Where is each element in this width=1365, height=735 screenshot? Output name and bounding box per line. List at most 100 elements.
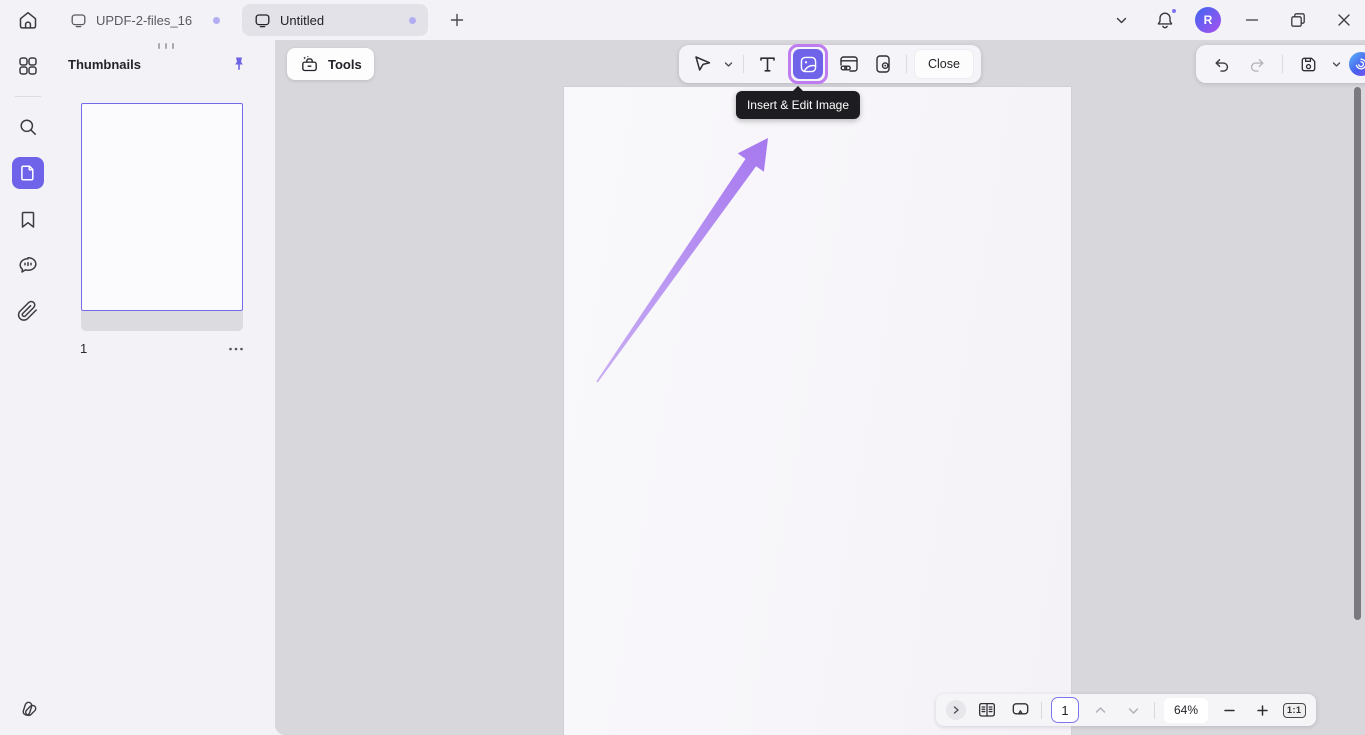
tools-button[interactable]: Tools: [287, 48, 374, 80]
document-tab-icon: [70, 12, 87, 29]
text-tool-button[interactable]: [752, 48, 782, 80]
search-icon: [16, 115, 40, 139]
image-tool-button[interactable]: [793, 49, 823, 79]
vertical-scrollbar[interactable]: [1354, 87, 1361, 620]
updf-window: UPDF-2-files_16 Untitled: [0, 0, 1365, 735]
previous-page-button[interactable]: [1088, 697, 1112, 723]
restore-icon: [1288, 10, 1308, 30]
zoom-in-button[interactable]: [1250, 697, 1274, 723]
toolbox-icon: [299, 54, 320, 75]
tools-label: Tools: [328, 57, 362, 72]
save-dropdown[interactable]: [1329, 48, 1343, 80]
paperclip-icon: [16, 299, 40, 323]
toolbar-divider: [1282, 55, 1283, 73]
page-number-label: 1: [80, 341, 87, 356]
chevron-down-icon: [1331, 59, 1342, 70]
arrow-annotation[interactable]: [564, 87, 1071, 735]
sidebar-item-bookmarks[interactable]: [12, 203, 44, 235]
expand-statusbar-button[interactable]: [946, 700, 966, 720]
pin-panel-button[interactable]: [229, 54, 249, 74]
tab-updf-2-files[interactable]: UPDF-2-files_16: [58, 4, 232, 36]
tooltip: Insert & Edit Image: [736, 91, 860, 119]
theme-icon: [16, 697, 40, 721]
new-tab-button[interactable]: [446, 9, 468, 31]
tab-label: UPDF-2-files_16: [96, 13, 192, 28]
theme-switch-button[interactable]: [12, 693, 44, 725]
two-page-view-icon: [976, 699, 998, 721]
sidebar-item-attachments[interactable]: [12, 295, 44, 327]
pdf-page[interactable]: [564, 87, 1071, 735]
close-edit-mode-button[interactable]: Close: [915, 50, 973, 78]
toolbar-divider: [743, 55, 744, 73]
close-window-button[interactable]: [1329, 5, 1359, 35]
select-tool-dropdown[interactable]: [721, 48, 735, 80]
page-number-input[interactable]: [1051, 697, 1079, 723]
text-tool-icon: [755, 52, 780, 77]
status-bar: 64% 1:1: [936, 694, 1316, 726]
location-stamp-tool-button[interactable]: [868, 48, 898, 80]
sidebar-item-comments[interactable]: [12, 249, 44, 281]
panel-header: Thumbnails: [56, 54, 275, 74]
home-icon: [16, 8, 40, 32]
sidebar-item-thumbnails[interactable]: [12, 157, 44, 189]
comment-mode-button[interactable]: [1008, 697, 1032, 723]
unsaved-dot: [409, 17, 416, 24]
avatar-initial: R: [1204, 13, 1213, 27]
thumbnail-selection-strip: [81, 311, 243, 331]
home-button[interactable]: [12, 5, 44, 35]
thumbnails-panel: Thumbnails 1: [56, 40, 275, 735]
plus-icon: [1255, 703, 1270, 718]
panel-resize-handle[interactable]: [158, 43, 174, 49]
zoom-out-button[interactable]: [1217, 697, 1241, 723]
actual-size-button[interactable]: 1:1: [1283, 703, 1306, 718]
apps-grid-icon: [16, 54, 40, 78]
titlebar-right: R: [1107, 5, 1365, 35]
document-canvas: Tools: [275, 40, 1365, 735]
page-thumbnail-1[interactable]: [81, 103, 243, 311]
avatar[interactable]: R: [1195, 7, 1221, 33]
statusbar-divider: [1041, 702, 1042, 719]
history-toolbar: [1196, 45, 1365, 83]
statusbar-divider: [1154, 702, 1155, 719]
comment-cursor-icon: [1009, 699, 1032, 722]
minimize-button[interactable]: [1237, 5, 1267, 35]
cursor-icon: [690, 52, 714, 76]
comment-icon: [16, 253, 40, 277]
save-icon: [1298, 54, 1319, 75]
link-tool-button[interactable]: [834, 48, 864, 80]
page-thumbnails-icon: [18, 163, 38, 183]
minimize-icon: [1242, 10, 1262, 30]
more-dots-icon: [228, 346, 244, 352]
page-view-mode-button[interactable]: [975, 697, 999, 723]
panel-title: Thumbnails: [68, 57, 141, 72]
page-more-button[interactable]: [226, 342, 246, 356]
sidebar-item-search[interactable]: [12, 111, 44, 143]
redo-icon: [1247, 54, 1268, 75]
active-tool-highlight: [788, 44, 828, 84]
plus-icon: [448, 11, 466, 29]
undo-icon: [1211, 54, 1232, 75]
notifications-button[interactable]: [1151, 6, 1179, 34]
image-icon: [798, 54, 819, 75]
select-tool-button[interactable]: [687, 48, 717, 80]
ai-assistant-button[interactable]: [1349, 52, 1365, 76]
chevron-down-icon: [1126, 703, 1141, 718]
edit-toolbar: Close: [679, 45, 981, 83]
window-menu-button[interactable]: [1107, 6, 1135, 34]
close-icon: [1334, 10, 1354, 30]
chevron-down-icon: [1114, 13, 1129, 28]
tab-untitled[interactable]: Untitled: [242, 4, 428, 36]
document-tab-icon: [254, 12, 271, 29]
maximize-button[interactable]: [1283, 5, 1313, 35]
chevron-down-icon: [723, 59, 734, 70]
tab-label: Untitled: [280, 13, 324, 28]
next-page-button[interactable]: [1121, 697, 1145, 723]
zoom-level[interactable]: 64%: [1164, 698, 1208, 723]
save-button[interactable]: [1293, 48, 1323, 80]
chevron-right-icon: [951, 705, 961, 715]
redo-button[interactable]: [1242, 48, 1272, 80]
thumbnail-caption-row: 1: [80, 341, 246, 356]
link-icon: [837, 52, 861, 76]
undo-button[interactable]: [1206, 48, 1236, 80]
sidebar-item-apps[interactable]: [12, 50, 44, 82]
